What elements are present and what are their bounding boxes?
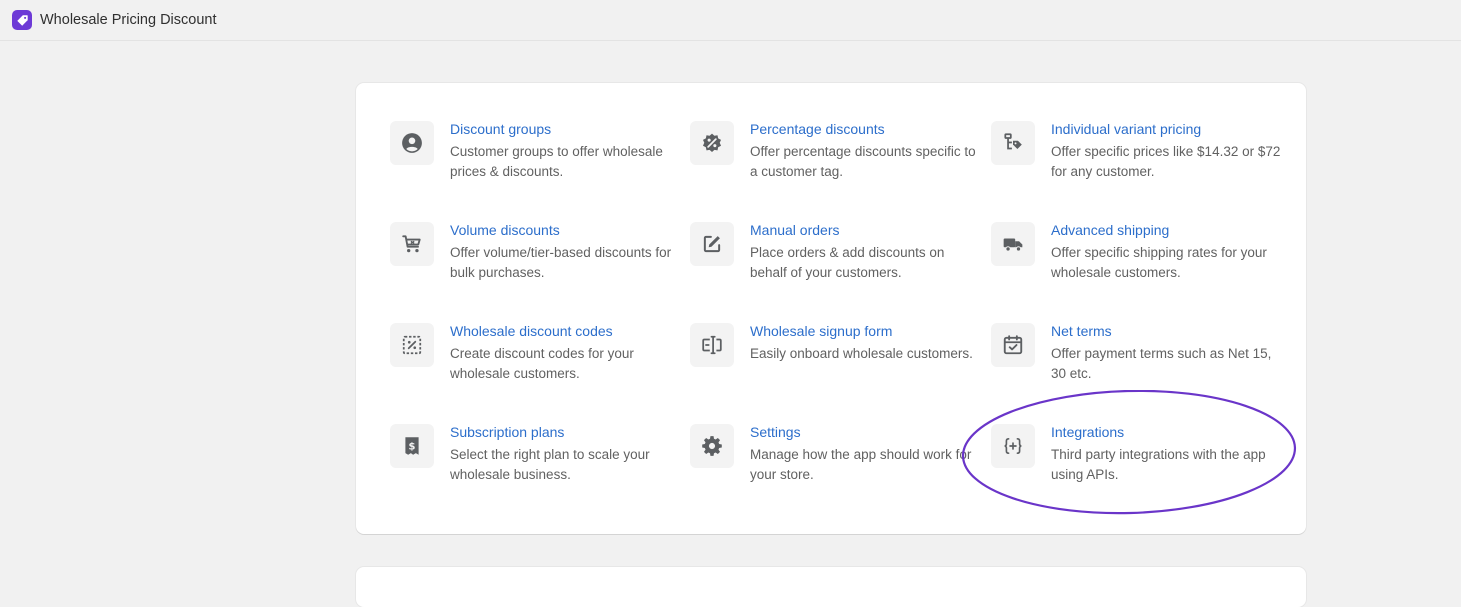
feature-volume-discounts[interactable]: Volume discounts Offer volume/tier-based… (390, 222, 680, 292)
feature-integrations[interactable]: Integrations Third party integrations wi… (991, 424, 1281, 494)
feature-description: Customer groups to offer wholesale price… (450, 144, 663, 179)
code-braces-icon (991, 424, 1035, 468)
feature-wholesale-discount-codes[interactable]: Wholesale discount codes Create discount… (390, 323, 680, 393)
top-bar: Wholesale Pricing Discount (0, 0, 1461, 41)
form-icon (690, 323, 734, 367)
feature-title[interactable]: Subscription plans (450, 424, 564, 440)
feature-description: Manage how the app should work for your … (750, 447, 972, 482)
percent-badge-icon (690, 121, 734, 165)
variant-tag-icon (991, 121, 1035, 165)
feature-description: Offer percentage discounts specific to a… (750, 144, 976, 179)
feature-title[interactable]: Volume discounts (450, 222, 560, 238)
feature-title[interactable]: Wholesale discount codes (450, 323, 613, 339)
app-title: Wholesale Pricing Discount (40, 12, 217, 28)
truck-icon (991, 222, 1035, 266)
discount-code-icon (390, 323, 434, 367)
feature-title[interactable]: Discount groups (450, 121, 551, 137)
feature-description: Place orders & add discounts on behalf o… (750, 245, 945, 280)
feature-description: Offer payment terms such as Net 15, 30 e… (1051, 346, 1272, 381)
feature-title[interactable]: Individual variant pricing (1051, 121, 1201, 137)
tag-icon[interactable] (12, 10, 32, 30)
feature-subscription-plans[interactable]: $ Subscription plans Select the right pl… (390, 424, 680, 494)
feature-description: Easily onboard wholesale customers. (750, 346, 973, 361)
feature-title[interactable]: Settings (750, 424, 801, 440)
cart-icon (390, 222, 434, 266)
person-icon (390, 121, 434, 165)
feature-description: Offer volume/tier-based discounts for bu… (450, 245, 672, 280)
svg-text:$: $ (409, 441, 416, 452)
feature-percentage-discounts[interactable]: Percentage discounts Offer percentage di… (690, 121, 980, 191)
feature-title[interactable]: Net terms (1051, 323, 1112, 339)
feature-individual-variant-pricing[interactable]: Individual variant pricing Offer specifi… (991, 121, 1281, 191)
feature-title[interactable]: Manual orders (750, 222, 840, 238)
feature-title[interactable]: Wholesale signup form (750, 323, 892, 339)
gear-icon (690, 424, 734, 468)
feature-description: Third party integrations with the app us… (1051, 447, 1266, 482)
feature-description: Offer specific prices like $14.32 or $72… (1051, 144, 1281, 179)
edit-icon (690, 222, 734, 266)
feature-title[interactable]: Percentage discounts (750, 121, 885, 137)
feature-advanced-shipping[interactable]: Advanced shipping Offer specific shippin… (991, 222, 1281, 292)
feature-wholesale-signup-form[interactable]: Wholesale signup form Easily onboard who… (690, 323, 980, 393)
feature-net-terms[interactable]: Net terms Offer payment terms such as Ne… (991, 323, 1281, 393)
feature-settings[interactable]: Settings Manage how the app should work … (690, 424, 980, 494)
feature-manual-orders[interactable]: Manual orders Place orders & add discoun… (690, 222, 980, 292)
feature-description: Select the right plan to scale your whol… (450, 447, 650, 482)
calendar-check-icon (991, 323, 1035, 367)
feature-title[interactable]: Integrations (1051, 424, 1124, 440)
receipt-dollar-icon: $ (390, 424, 434, 468)
feature-title[interactable]: Advanced shipping (1051, 222, 1169, 238)
feature-discount-groups[interactable]: Discount groups Customer groups to offer… (390, 121, 680, 191)
feature-description: Offer specific shipping rates for your w… (1051, 245, 1267, 280)
feature-description: Create discount codes for your wholesale… (450, 346, 634, 381)
secondary-card (356, 567, 1306, 607)
features-card: Discount groups Customer groups to offer… (356, 83, 1306, 534)
